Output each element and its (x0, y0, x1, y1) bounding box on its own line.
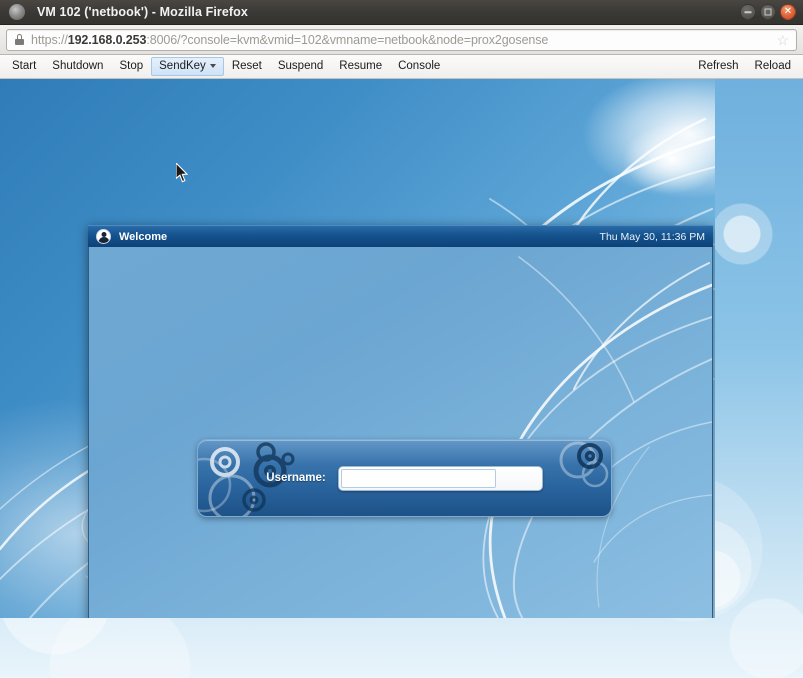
url-text: https://192.168.0.253:8006/?console=kvm&… (31, 32, 549, 47)
username-entry-shell[interactable] (337, 465, 543, 491)
greeter-header: Welcome Thu May 30, 11:36 PM (88, 225, 713, 247)
minimize-button[interactable] (740, 4, 756, 20)
bookmark-star-icon[interactable]: ☆ (776, 33, 791, 47)
greeter-welcome-label: Welcome (119, 230, 168, 243)
firefox-icon (9, 4, 25, 20)
sendkey-button[interactable]: SendKey (151, 56, 224, 77)
window-controls: ✕ (740, 4, 796, 20)
username-input[interactable] (340, 468, 496, 488)
address-bar[interactable]: https://192.168.0.253:8006/?console=kvm&… (6, 28, 797, 51)
sendkey-label: SendKey (159, 59, 206, 72)
greeter-clock: Thu May 30, 11:36 PM (599, 230, 705, 243)
greeter-swirl-decoration (482, 256, 712, 618)
vnc-console-viewport[interactable]: Welcome Thu May 30, 11:36 PM Username: (0, 79, 715, 618)
window-titlebar: VM 102 ('netbook') - Mozilla Firefox ✕ (0, 0, 803, 25)
suspend-button[interactable]: Suspend (270, 57, 331, 77)
console-toolbar: Start Shutdown Stop SendKey Reset Suspen… (0, 55, 803, 79)
greeter-body: Username: (88, 247, 713, 618)
page-content: Welcome Thu May 30, 11:36 PM Username: (0, 79, 803, 678)
reset-button[interactable]: Reset (224, 57, 270, 77)
refresh-button[interactable]: Refresh (690, 57, 746, 77)
navigation-toolbar: https://192.168.0.253:8006/?console=kvm&… (0, 25, 803, 55)
stop-button[interactable]: Stop (111, 57, 151, 77)
browser-window: VM 102 ('netbook') - Mozilla Firefox ✕ h… (0, 0, 803, 678)
console-button[interactable]: Console (390, 57, 448, 77)
login-row: Username: (198, 440, 611, 516)
maximize-button[interactable] (760, 4, 776, 20)
window-title: VM 102 ('netbook') - Mozilla Firefox (37, 5, 248, 19)
shutdown-button[interactable]: Shutdown (44, 57, 111, 77)
start-button[interactable]: Start (4, 57, 44, 77)
resume-button[interactable]: Resume (331, 57, 390, 77)
user-avatar-icon (96, 229, 111, 244)
username-label: Username: (266, 472, 326, 484)
login-greeter: Welcome Thu May 30, 11:36 PM Username: (88, 225, 713, 618)
login-panel: Username: (197, 439, 612, 517)
chevron-down-icon (209, 63, 216, 68)
lock-icon (15, 34, 24, 45)
close-button[interactable]: ✕ (780, 4, 796, 20)
reload-button[interactable]: Reload (747, 57, 799, 77)
url-host: 192.168.0.253 (67, 32, 147, 47)
close-icon: ✕ (783, 6, 793, 17)
